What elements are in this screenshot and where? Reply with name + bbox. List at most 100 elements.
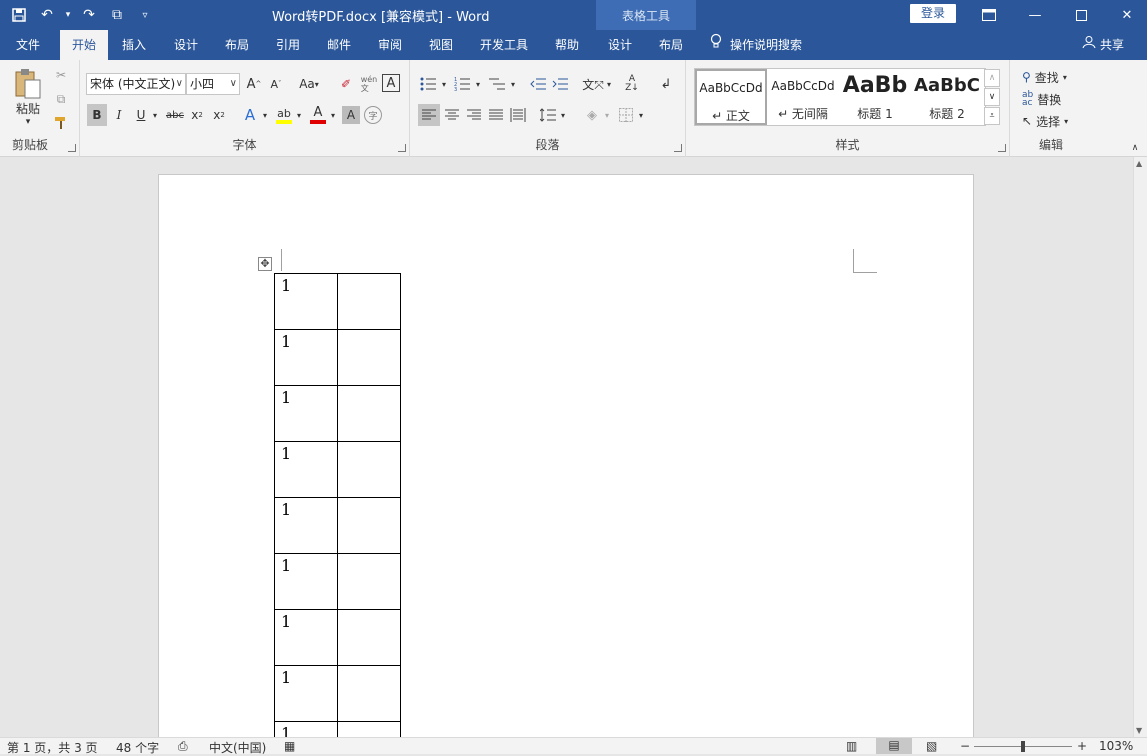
font-name-combo[interactable]: 宋体 (中文正文) ∨ xyxy=(86,73,186,95)
paste-button[interactable]: 粘贴 ▾ xyxy=(8,66,48,128)
bullets-icon[interactable] xyxy=(418,74,438,94)
tab-insert[interactable]: 插入 xyxy=(112,30,156,60)
text-effects-dropdown-icon[interactable]: ▾ xyxy=(260,104,270,126)
table-cell[interactable] xyxy=(337,553,401,610)
styles-scroll-up-icon[interactable]: ∧ xyxy=(984,69,1000,87)
align-center-icon[interactable] xyxy=(442,104,462,126)
style-no-spacing[interactable]: AaBbCcDd ↵ 无间隔 xyxy=(767,69,839,125)
table-move-handle-icon[interactable]: ✥ xyxy=(258,257,272,271)
zoom-slider-thumb[interactable] xyxy=(1021,741,1025,752)
highlight-icon[interactable]: ab xyxy=(274,104,294,126)
clear-formatting-icon[interactable]: ✐ xyxy=(336,74,356,94)
tell-me-search[interactable]: 操作说明搜索 xyxy=(710,30,802,60)
style-heading-2[interactable]: AaBbC 标题 2 xyxy=(911,69,983,125)
redo-icon[interactable]: ↷ xyxy=(78,4,100,26)
close-icon[interactable]: ✕ xyxy=(1104,0,1147,30)
highlight-dropdown-icon[interactable]: ▾ xyxy=(294,104,304,126)
chinese-layout-dropdown-icon[interactable]: ▾ xyxy=(604,74,614,94)
align-left-icon[interactable] xyxy=(418,104,440,126)
table-cell[interactable] xyxy=(337,609,401,666)
line-spacing-dropdown-icon[interactable]: ▾ xyxy=(558,104,568,126)
tab-review[interactable]: 审阅 xyxy=(368,30,412,60)
language-status[interactable]: 中文(中国) xyxy=(209,739,266,756)
shading-icon[interactable]: ◈ xyxy=(582,104,602,126)
scroll-down-icon[interactable]: ▼ xyxy=(1136,726,1142,735)
bold-button[interactable]: B xyxy=(87,104,107,126)
undo-dropdown-icon[interactable]: ▾ xyxy=(64,4,72,26)
chinese-layout-icon[interactable]: 文⤧ xyxy=(582,74,604,94)
web-layout-icon[interactable]: ▧ xyxy=(926,739,937,753)
multilevel-list-icon[interactable] xyxy=(486,74,508,94)
table-cell[interactable]: 1 xyxy=(274,441,338,498)
table-cell[interactable] xyxy=(337,385,401,442)
login-button[interactable]: 登录 xyxy=(910,4,956,23)
multilevel-dropdown-icon[interactable]: ▾ xyxy=(508,74,518,94)
share-button[interactable]: 共享 xyxy=(1082,30,1124,60)
find-button[interactable]: ⚲ 查找 ▾ xyxy=(1022,68,1086,86)
line-spacing-icon[interactable] xyxy=(538,104,558,126)
font-launcher-icon[interactable] xyxy=(398,144,406,152)
borders-dropdown-icon[interactable]: ▾ xyxy=(636,104,646,126)
sort-icon[interactable]: A Z↓ xyxy=(622,74,642,94)
enclose-characters-icon[interactable]: 字 xyxy=(364,106,382,124)
ribbon-display-options-icon[interactable] xyxy=(966,0,1012,30)
numbering-dropdown-icon[interactable]: ▾ xyxy=(473,74,483,94)
tab-file[interactable]: 文件 xyxy=(6,30,50,60)
clipboard-launcher-icon[interactable] xyxy=(68,144,76,152)
read-mode-icon[interactable]: ▥ xyxy=(846,739,857,753)
convert-icon[interactable]: ⧉ xyxy=(106,4,128,26)
tab-table-layout[interactable]: 布局 xyxy=(649,30,693,60)
phonetic-guide-icon[interactable]: wén 文 xyxy=(358,72,380,96)
tab-design[interactable]: 设计 xyxy=(164,30,208,60)
character-border-icon[interactable]: A xyxy=(382,74,400,92)
borders-icon[interactable] xyxy=(616,104,636,126)
change-case-button[interactable]: Aa ▾ xyxy=(294,74,324,94)
tab-home[interactable]: 开始 xyxy=(60,30,108,60)
grow-font-icon[interactable]: A ^ xyxy=(244,74,264,94)
styles-scroll-down-icon[interactable]: ∨ xyxy=(984,88,1000,106)
style-normal[interactable]: AaBbCcDd ↵ 正文 xyxy=(695,69,767,125)
zoom-level[interactable]: 103% xyxy=(1099,739,1133,753)
zoom-out-icon[interactable]: − xyxy=(960,739,970,753)
document-page[interactable]: ✥ 111111111 xyxy=(158,174,974,737)
word-count[interactable]: 48 个字 xyxy=(116,739,159,756)
font-color-icon[interactable]: A xyxy=(308,104,328,126)
strikethrough-button[interactable]: abc xyxy=(164,104,186,126)
maximize-icon[interactable] xyxy=(1058,0,1104,30)
table-cell[interactable] xyxy=(337,721,401,737)
decrease-indent-icon[interactable] xyxy=(528,74,548,94)
font-color-dropdown-icon[interactable]: ▾ xyxy=(328,104,338,126)
italic-button[interactable]: I xyxy=(110,104,128,126)
underline-button[interactable]: U xyxy=(132,104,150,126)
superscript-button[interactable]: x2 xyxy=(210,104,228,126)
increase-indent-icon[interactable] xyxy=(550,74,570,94)
tab-references[interactable]: 引用 xyxy=(266,30,310,60)
numbering-icon[interactable]: 123 xyxy=(452,74,472,94)
shading-dropdown-icon[interactable]: ▾ xyxy=(602,104,612,126)
proofing-icon[interactable]: ⎙ xyxy=(178,739,188,754)
styles-launcher-icon[interactable] xyxy=(998,144,1006,152)
bullets-dropdown-icon[interactable]: ▾ xyxy=(439,74,449,94)
vertical-scrollbar[interactable]: ▲ ▼ xyxy=(1133,157,1147,737)
distributed-icon[interactable] xyxy=(508,104,528,126)
macro-record-icon[interactable]: ▦ xyxy=(284,739,295,753)
table-cell[interactable] xyxy=(337,329,401,386)
undo-icon[interactable]: ↶ xyxy=(36,4,58,26)
cut-icon[interactable]: ✂ xyxy=(52,66,70,84)
style-heading-1[interactable]: AaBb 标题 1 xyxy=(839,69,911,125)
align-right-icon[interactable] xyxy=(464,104,484,126)
paragraph-launcher-icon[interactable] xyxy=(674,144,682,152)
text-effects-icon[interactable]: A xyxy=(240,104,260,126)
table-cell[interactable] xyxy=(337,273,401,330)
format-painter-icon[interactable] xyxy=(52,114,70,132)
show-marks-icon[interactable]: ↲ xyxy=(656,74,676,94)
copy-icon[interactable]: ⧉ xyxy=(52,90,70,108)
tab-developer[interactable]: 开发工具 xyxy=(472,30,536,60)
page-count[interactable]: 第 1 页，共 3 页 xyxy=(7,739,98,756)
styles-more-icon[interactable]: ⩡ xyxy=(984,107,1000,125)
tab-mailings[interactable]: 邮件 xyxy=(317,30,361,60)
table-cell[interactable]: 1 xyxy=(274,385,338,442)
table-cell[interactable]: 1 xyxy=(274,553,338,610)
customize-qat-icon[interactable]: ▿ xyxy=(134,4,156,26)
underline-dropdown-icon[interactable]: ▾ xyxy=(150,104,160,126)
